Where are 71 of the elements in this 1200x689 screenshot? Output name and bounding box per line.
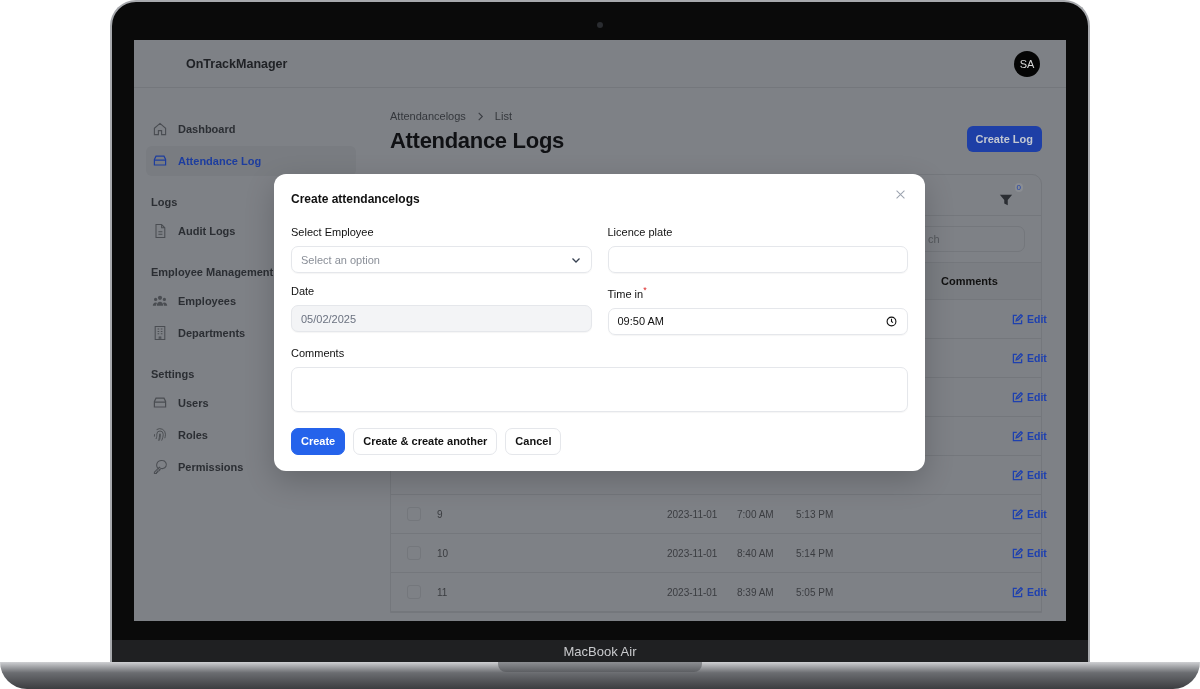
edit-icon <box>1012 313 1023 325</box>
edit-icon <box>1012 586 1023 598</box>
home-icon <box>152 121 168 137</box>
table-cell: 9 <box>437 508 443 520</box>
edit-icon <box>1012 508 1023 520</box>
column-header[interactable]: Comments <box>941 275 998 287</box>
building-icon <box>152 325 168 341</box>
edit-link[interactable]: Edit <box>1012 391 1047 403</box>
filter-icon <box>999 193 1013 207</box>
edit-link[interactable]: Edit <box>1012 430 1047 442</box>
edit-link[interactable]: Edit <box>1012 313 1047 325</box>
field-label: Licence plate <box>607 226 673 238</box>
table-cell: 2023-11-01 <box>667 586 718 598</box>
people-icon <box>152 293 168 309</box>
key-icon <box>152 459 168 475</box>
table-cell: 7:00 AM <box>737 508 774 520</box>
create-log-button[interactable]: Create Log <box>966 126 1042 152</box>
edit-link[interactable]: Edit <box>1012 352 1047 364</box>
table-cell: 10 <box>437 547 449 559</box>
chevron-icon <box>475 111 485 121</box>
field-label: Date <box>291 285 315 297</box>
table-cell: 2023-11-01 <box>667 508 718 520</box>
time-field[interactable]: 09:50 AM <box>607 307 908 335</box>
sidebar-item[interactable]: Attendance Log <box>146 146 356 176</box>
dialog-button[interactable]: Create & create another <box>353 427 498 455</box>
close-icon[interactable] <box>895 189 906 200</box>
field-label: Comments <box>291 346 345 359</box>
document-icon <box>152 223 168 239</box>
edit-icon <box>1012 391 1023 403</box>
edit-icon <box>1012 547 1023 559</box>
sidebar-heading: Logs <box>150 195 179 210</box>
edit-icon <box>1012 430 1023 442</box>
table-cell: 11 <box>437 586 448 598</box>
table-cell: 8:40 AM <box>737 547 774 559</box>
filter-button[interactable]: 0 <box>999 183 1023 207</box>
user-avatar[interactable]: SA <box>1014 50 1040 77</box>
sidebar-heading: Employee Management <box>150 265 275 280</box>
page-title: Attendance Logs <box>390 128 564 154</box>
create-button[interactable]: Create <box>291 427 346 455</box>
brand-logo[interactable]: OnTrackManager <box>186 56 288 71</box>
select-field[interactable]: Select an option <box>291 246 592 273</box>
breadcrumb-link[interactable]: Attendancelogs <box>390 110 466 122</box>
tray-icon <box>152 153 168 169</box>
device-label: MacBook Air <box>563 643 637 659</box>
sidebar-item[interactable]: Dashboard <box>146 114 356 144</box>
edit-link[interactable]: Edit <box>1012 508 1047 520</box>
table-cell: 5:13 PM <box>796 508 834 520</box>
camera-icon <box>597 22 603 28</box>
sidebar-heading: Settings <box>150 367 196 382</box>
breadcrumb-link[interactable]: List <box>494 110 512 122</box>
dialog-title: Create attendancelogs <box>291 192 420 206</box>
edit-link[interactable]: Edit <box>1012 586 1047 598</box>
edit-icon <box>1012 469 1023 481</box>
required-mark: * <box>643 285 647 295</box>
sidebar-item[interactable]: Permissions <box>146 452 356 482</box>
comments-field[interactable] <box>291 366 908 412</box>
input-field[interactable] <box>607 246 908 273</box>
table-cell: 2023-11-01 <box>667 547 718 559</box>
edit-link[interactable]: Edit <box>1012 547 1047 559</box>
field-label: Time in <box>607 287 644 300</box>
clock-icon <box>886 315 897 327</box>
fingerprint-icon <box>152 427 168 443</box>
edit-icon <box>1012 352 1023 364</box>
sidebar-item[interactable]: Users <box>146 388 356 418</box>
dialog-button[interactable]: Cancel <box>505 427 562 455</box>
edit-link[interactable]: Edit <box>1012 469 1047 481</box>
field-label: Select Employee <box>291 226 374 238</box>
table-cell: 8:39 AM <box>737 586 774 598</box>
table-cell: 5:14 PM <box>796 547 834 559</box>
tray-icon <box>152 395 168 411</box>
table-cell: 5:05 PM <box>796 586 834 598</box>
